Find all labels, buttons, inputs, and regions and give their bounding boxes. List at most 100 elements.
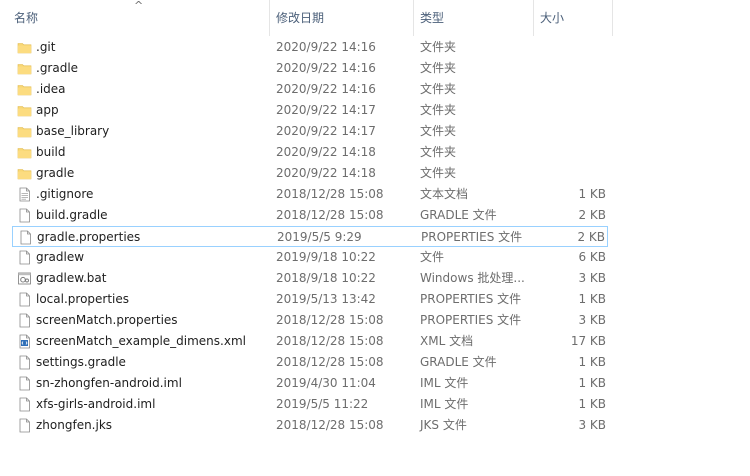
file-size: 17 KB bbox=[570, 334, 606, 348]
file-row[interactable]: sn-zhongfen-android.iml 2019/4/30 11:04 IM… bbox=[12, 373, 608, 394]
column-size-label: 大小 bbox=[540, 11, 565, 25]
file-row[interactable]: .git 2020/9/22 14:16 文件夹 bbox=[12, 37, 608, 58]
column-divider[interactable] bbox=[533, 0, 534, 36]
file-name: sn-zhongfen-android.iml bbox=[36, 376, 182, 390]
file-name: base_library bbox=[36, 124, 110, 138]
file-row[interactable]: screenMatch_example_dimens.xml 2018/12/28… bbox=[12, 331, 608, 352]
file-row[interactable]: local.properties 2019/5/13 13:42 PROPERTIE… bbox=[12, 289, 608, 310]
file-icon bbox=[17, 208, 32, 223]
file-size: 1 KB bbox=[578, 292, 606, 306]
file-row[interactable]: screenMatch.properties 2018/12/28 15:08 PR… bbox=[12, 310, 608, 331]
column-divider[interactable] bbox=[413, 0, 414, 36]
file-size: 1 KB bbox=[578, 187, 606, 201]
file-name: gradlew.bat bbox=[36, 271, 107, 285]
file-modified-date: 2019/5/13 13:42 bbox=[276, 292, 376, 306]
file-row[interactable]: build.gradle 2018/12/28 15:08 GRADLE 文件 2 K… bbox=[12, 205, 608, 226]
file-size: 1 KB bbox=[578, 355, 606, 369]
file-size: 3 KB bbox=[578, 418, 606, 432]
file-name: local.properties bbox=[36, 292, 130, 306]
file-type: PROPERTIES 文件 bbox=[420, 292, 522, 306]
file-modified-date: 2019/5/5 9:29 bbox=[277, 230, 362, 244]
file-row[interactable]: .gradle 2020/9/22 14:16 文件夹 bbox=[12, 58, 608, 79]
file-type: 文本文档 bbox=[420, 187, 469, 201]
file-modified-date: 2019/5/5 11:22 bbox=[276, 397, 369, 411]
file-size: 3 KB bbox=[578, 271, 606, 285]
file-modified-date: 2020/9/22 14:16 bbox=[276, 40, 376, 54]
file-name: .idea bbox=[36, 82, 66, 96]
file-name: zhongfen.jks bbox=[36, 418, 113, 432]
file-name: gradlew bbox=[36, 250, 85, 264]
xml-file-icon bbox=[17, 334, 32, 349]
file-row-selected[interactable]: gradle.properties 2019/5/5 9:29 PROPERTIES… bbox=[12, 226, 608, 247]
column-divider[interactable] bbox=[269, 0, 270, 36]
file-type: 文件夹 bbox=[420, 145, 457, 159]
file-icon bbox=[17, 397, 32, 412]
column-date-header[interactable]: 修改日期 bbox=[276, 0, 406, 36]
folder-icon bbox=[17, 145, 32, 160]
file-type: 文件夹 bbox=[420, 82, 457, 96]
column-type-header[interactable]: 类型 bbox=[420, 0, 530, 36]
column-header: 名称 ^ 修改日期 类型 大小 bbox=[0, 0, 750, 36]
file-type: JKS 文件 bbox=[420, 418, 467, 432]
file-name: .git bbox=[36, 40, 56, 54]
file-name: .gradle bbox=[36, 61, 79, 75]
file-name: screenMatch_example_dimens.xml bbox=[36, 334, 246, 348]
file-type: 文件夹 bbox=[420, 124, 457, 138]
file-modified-date: 2019/9/18 10:22 bbox=[276, 250, 376, 264]
file-modified-date: 2019/4/30 11:04 bbox=[276, 376, 376, 390]
folder-icon bbox=[17, 40, 32, 55]
file-type: GRADLE 文件 bbox=[420, 208, 497, 222]
file-type: GRADLE 文件 bbox=[420, 355, 497, 369]
file-name: xfs-girls-android.iml bbox=[36, 397, 156, 411]
column-date-label: 修改日期 bbox=[276, 11, 325, 25]
file-icon bbox=[17, 313, 32, 328]
file-name: build.gradle bbox=[36, 208, 108, 222]
file-row[interactable]: .idea 2020/9/22 14:16 文件夹 bbox=[12, 79, 608, 100]
file-row[interactable]: gradle 2020/9/22 14:18 文件夹 bbox=[12, 163, 608, 184]
file-type: 文件夹 bbox=[420, 166, 457, 180]
file-modified-date: 2018/12/28 15:08 bbox=[276, 208, 384, 222]
file-row[interactable]: settings.gradle 2018/12/28 15:08 GRADLE 文件… bbox=[12, 352, 608, 373]
file-size: 1 KB bbox=[578, 397, 606, 411]
file-name: app bbox=[36, 103, 59, 117]
file-row[interactable]: build 2020/9/22 14:18 文件夹 bbox=[12, 142, 608, 163]
column-size-header[interactable]: 大小 bbox=[540, 0, 610, 36]
file-size: 2 KB bbox=[577, 230, 605, 244]
file-modified-date: 2018/12/28 15:08 bbox=[276, 334, 384, 348]
file-row[interactable]: .gitignore 2018/12/28 15:08 文本文档 1 KB bbox=[12, 184, 608, 205]
file-modified-date: 2018/9/18 10:22 bbox=[276, 271, 376, 285]
file-size: 6 KB bbox=[578, 250, 606, 264]
file-row[interactable]: gradlew 2019/9/18 10:22 文件 6 KB bbox=[12, 247, 608, 268]
file-type: 文件 bbox=[420, 250, 445, 264]
file-row[interactable]: app 2020/9/22 14:17 文件夹 bbox=[12, 100, 608, 121]
file-modified-date: 2020/9/22 14:16 bbox=[276, 61, 376, 75]
file-row[interactable]: gradlew.bat 2018/9/18 10:22 Windows 批处理...… bbox=[12, 268, 608, 289]
file-name: gradle bbox=[36, 166, 75, 180]
file-modified-date: 2018/12/28 15:08 bbox=[276, 355, 384, 369]
file-row[interactable]: xfs-girls-android.iml 2019/5/5 11:22 IML 文… bbox=[12, 394, 608, 415]
file-modified-date: 2020/9/22 14:17 bbox=[276, 103, 376, 117]
file-modified-date: 2020/9/22 14:18 bbox=[276, 145, 376, 159]
folder-icon bbox=[17, 166, 32, 181]
file-size: 1 KB bbox=[578, 376, 606, 390]
file-row[interactable]: zhongfen.jks 2018/12/28 15:08 JKS 文件 3 KB bbox=[12, 415, 608, 436]
column-divider[interactable] bbox=[612, 0, 613, 36]
text-file-icon bbox=[17, 187, 32, 202]
file-icon bbox=[17, 292, 32, 307]
file-type: PROPERTIES 文件 bbox=[421, 230, 523, 244]
file-name: screenMatch.properties bbox=[36, 313, 178, 327]
file-icon bbox=[17, 376, 32, 391]
file-name: .gitignore bbox=[36, 187, 94, 201]
file-size: 3 KB bbox=[578, 313, 606, 327]
file-type: IML 文件 bbox=[420, 397, 469, 411]
file-row[interactable]: base_library 2020/9/22 14:17 文件夹 bbox=[12, 121, 608, 142]
column-name-label: 名称 bbox=[14, 11, 39, 25]
file-icon bbox=[17, 418, 32, 433]
folder-icon bbox=[17, 103, 32, 118]
file-type: IML 文件 bbox=[420, 376, 469, 390]
folder-icon bbox=[17, 124, 32, 139]
batch-file-icon bbox=[17, 271, 32, 286]
file-type: 文件夹 bbox=[420, 103, 457, 117]
file-type: XML 文档 bbox=[420, 334, 474, 348]
file-name: settings.gradle bbox=[36, 355, 126, 369]
